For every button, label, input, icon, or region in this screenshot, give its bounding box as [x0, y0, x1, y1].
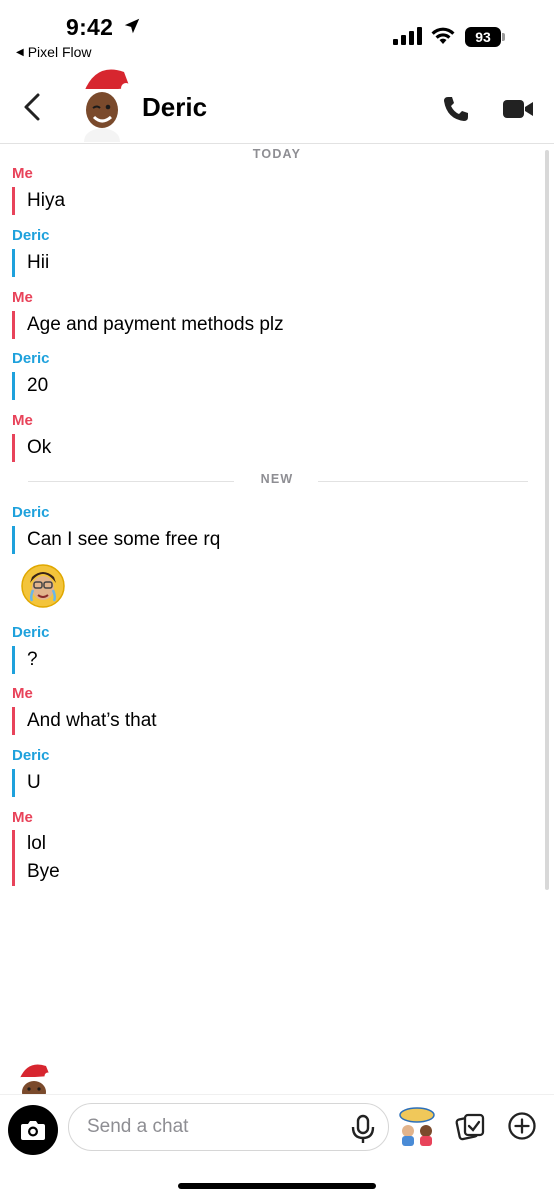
- sticker-icon[interactable]: [396, 1105, 438, 1147]
- location-arrow-icon: [124, 18, 140, 34]
- status-time: 9:42: [66, 14, 114, 40]
- home-indicator[interactable]: [178, 1183, 376, 1189]
- separator-line: [318, 481, 528, 482]
- camera-icon: [21, 1121, 45, 1140]
- sender-label: Me: [12, 165, 33, 182]
- sender-label: Deric: [12, 227, 50, 244]
- battery-level: 93: [465, 27, 501, 47]
- signal-icon: [393, 27, 422, 45]
- avatar[interactable]: [74, 62, 134, 142]
- video-icon[interactable]: [502, 97, 534, 121]
- back-to-app-link[interactable]: ◀ Pixel Flow: [16, 44, 92, 60]
- typing-avatar: [19, 1064, 52, 1094]
- message-text[interactable]: And what’s that: [12, 707, 157, 735]
- microphone-icon[interactable]: [350, 1114, 376, 1144]
- battery-nub: [502, 33, 505, 41]
- sender-label: Deric: [12, 504, 50, 521]
- sender-label: Me: [12, 685, 33, 702]
- message-text[interactable]: Hii: [12, 249, 49, 277]
- wifi-icon: [431, 27, 455, 44]
- sender-label: Me: [12, 412, 33, 429]
- back-chevron-icon[interactable]: [20, 92, 46, 122]
- memories-icon[interactable]: [455, 1111, 485, 1141]
- message-text[interactable]: ?: [12, 646, 38, 674]
- chat-header: Deric: [0, 69, 554, 144]
- scrollbar[interactable]: [545, 150, 549, 890]
- back-triangle-icon: ◀: [16, 46, 24, 58]
- message-text[interactable]: Ok: [12, 434, 51, 462]
- status-bar: 9:42 ◀ Pixel Flow 93: [0, 0, 554, 70]
- chat-title[interactable]: Deric: [142, 92, 207, 123]
- sender-label: Me: [12, 809, 33, 826]
- message-text[interactable]: U: [12, 769, 41, 797]
- new-separator-label: NEW: [260, 472, 294, 486]
- battery-indicator: 93: [465, 27, 505, 47]
- date-separator: TODAY: [252, 147, 302, 161]
- back-app-label: Pixel Flow: [27, 44, 92, 60]
- message-text[interactable]: Hiya: [12, 187, 65, 215]
- chat-input-placeholder: Send a chat: [87, 1116, 189, 1137]
- bitmoji-sticker[interactable]: [20, 563, 66, 609]
- sender-label: Deric: [12, 624, 50, 641]
- message-text[interactable]: Can I see some free rq: [12, 526, 220, 554]
- chat-input[interactable]: Send a chat: [68, 1103, 389, 1151]
- message-text[interactable]: Bye: [12, 858, 60, 886]
- camera-button[interactable]: [8, 1105, 58, 1155]
- message-text[interactable]: lol: [12, 830, 46, 858]
- plus-icon[interactable]: [507, 1111, 537, 1141]
- new-messages-separator: NEW: [0, 472, 554, 492]
- message-text[interactable]: Age and payment methods plz: [12, 311, 284, 339]
- sender-label: Deric: [12, 747, 50, 764]
- sender-label: Deric: [12, 350, 50, 367]
- phone-icon[interactable]: [441, 94, 471, 124]
- message-text[interactable]: 20: [12, 372, 48, 400]
- sender-label: Me: [12, 289, 33, 306]
